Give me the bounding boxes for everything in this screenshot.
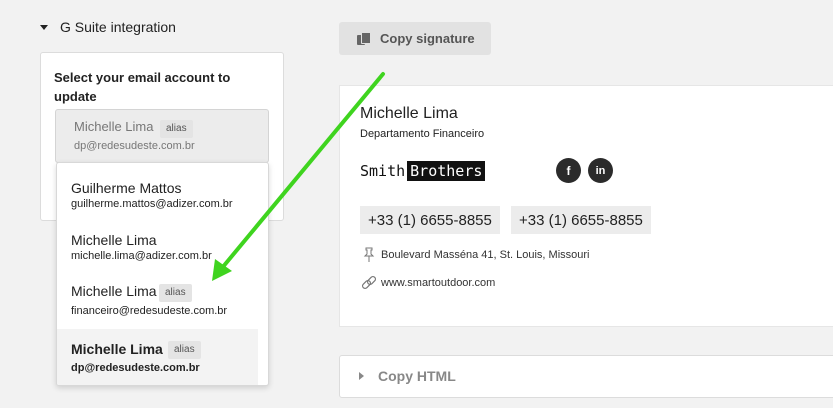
caret-right-icon: [359, 372, 364, 380]
phone-number: +33 (1) 6655-8855: [511, 206, 651, 234]
account-option[interactable]: Guilherme Mattos guilherme.mattos@adizer…: [57, 171, 258, 221]
logo-text-part2: Brothers: [407, 161, 486, 181]
alias-badge: alias: [168, 341, 201, 359]
copy-html-toggle[interactable]: Copy HTML: [339, 355, 833, 398]
copy-icon: [357, 31, 371, 46]
account-option-name: Guilherme Mattos: [71, 180, 182, 196]
account-option-name: Michelle Lima: [71, 341, 163, 357]
copy-signature-button[interactable]: Copy signature: [339, 22, 491, 55]
gsuite-section-title: G Suite integration: [60, 19, 176, 35]
signature-name: Michelle Lima: [360, 105, 458, 122]
address-row: Boulevard Masséna 41, St. Louis, Missour…: [360, 246, 590, 264]
selected-account-name: Michelle Lima: [74, 119, 154, 134]
address-text: Boulevard Masséna 41, St. Louis, Missour…: [381, 249, 590, 261]
copy-html-label: Copy HTML: [378, 368, 456, 384]
account-option-email: financeiro@redesudeste.com.br: [71, 305, 228, 317]
phone-number: +33 (1) 6655-8855: [360, 206, 500, 234]
alias-badge: alias: [160, 120, 193, 138]
caret-down-icon: [40, 24, 48, 30]
website-row: www.smartoutdoor.com: [360, 274, 495, 292]
account-option-email: guilherme.mattos@adizer.com.br: [71, 198, 233, 210]
linkedin-icon[interactable]: in: [588, 158, 613, 183]
pushpin-icon: [363, 247, 375, 262]
gsuite-section-toggle[interactable]: G Suite integration: [40, 16, 176, 38]
signature-department: Departamento Financeiro: [360, 128, 485, 140]
account-option-selected[interactable]: Michelle Lima alias dp@redesudeste.com.b…: [57, 329, 258, 385]
signature-preview: Michelle Lima Departamento Financeiro Sm…: [339, 85, 833, 327]
logo-text-part1: Smith: [360, 162, 406, 180]
account-option-name: Michelle Lima: [71, 283, 157, 299]
account-select[interactable]: Michelle Lima alias dp@redesudeste.com.b…: [55, 109, 269, 163]
account-option[interactable]: Michelle Lima alias financeiro@redesudes…: [57, 275, 258, 327]
facebook-icon[interactable]: f: [556, 158, 581, 183]
account-option-email: michelle.lima@adizer.com.br: [71, 250, 212, 262]
account-option[interactable]: Michelle Lima michelle.lima@adizer.com.b…: [57, 223, 258, 273]
selected-account-email: dp@redesudeste.com.br: [74, 140, 195, 152]
alias-badge: alias: [159, 284, 192, 302]
link-icon: [361, 275, 377, 290]
website-link[interactable]: www.smartoutdoor.com: [381, 277, 495, 289]
company-logo: Smith Brothers: [360, 161, 486, 181]
account-option-email: dp@redesudeste.com.br: [71, 362, 200, 374]
copy-signature-label: Copy signature: [380, 31, 475, 46]
account-dropdown: Guilherme Mattos guilherme.mattos@adizer…: [56, 162, 269, 386]
account-option-name: Michelle Lima: [71, 232, 157, 248]
panel-heading: Select your email account to update: [54, 70, 231, 104]
